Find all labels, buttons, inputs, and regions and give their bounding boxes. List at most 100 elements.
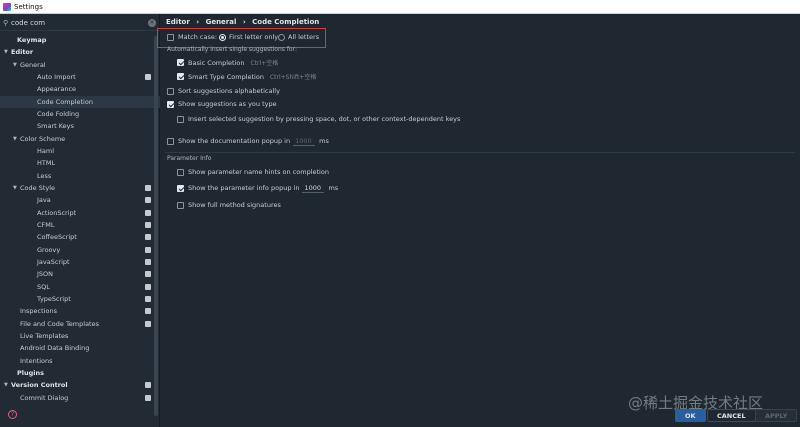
- basic-completion-option[interactable]: Basic Completion Ctrl+空格: [177, 58, 278, 67]
- smart-type-label: Smart Type Completion: [188, 72, 264, 81]
- sidebar-item-less[interactable]: Less: [0, 170, 160, 182]
- first-letter-radio[interactable]: [219, 33, 226, 41]
- sidebar-item-label: Groovy: [37, 245, 61, 254]
- sidebar-item-version-control[interactable]: ▼ Version Control: [0, 379, 160, 391]
- sidebar-item-label: Editor: [11, 48, 34, 57]
- breadcrumb-separator: ›: [242, 18, 246, 26]
- parameter-info-header: Parameter Info: [167, 155, 212, 162]
- sidebar-item-sql[interactable]: SQL: [0, 281, 160, 293]
- sidebar-item-auto-import[interactable]: Auto Import: [0, 71, 160, 83]
- project-scope-icon: [145, 209, 151, 216]
- sidebar-item-smart-keys[interactable]: Smart Keys: [0, 120, 160, 132]
- sidebar-item-label: Code Folding: [37, 110, 80, 119]
- sidebar-item-typescript[interactable]: TypeScript: [0, 293, 160, 305]
- breadcrumb-editor: Editor: [166, 18, 190, 26]
- all-letters-option[interactable]: All letters: [278, 33, 319, 41]
- param-popup-option[interactable]: Show the parameter info popup in 1000 ms: [177, 183, 338, 193]
- full-signatures-label: Show full method signatures: [188, 201, 281, 209]
- basic-completion-checkbox[interactable]: [177, 59, 184, 66]
- breadcrumb: Editor › General › Code Completion: [166, 18, 323, 26]
- sidebar-item-haml[interactable]: Haml: [0, 145, 160, 157]
- sidebar-item-cfml[interactable]: CFML: [0, 219, 160, 231]
- project-scope-icon: [145, 246, 151, 253]
- sidebar-item-label: Auto Import: [37, 73, 76, 82]
- chevron-down-icon[interactable]: ▼: [13, 136, 20, 142]
- sidebar-item-coffeescript[interactable]: CoffeeScript: [0, 231, 160, 243]
- sidebar-item-appearance[interactable]: Appearance: [0, 83, 160, 95]
- sidebar-scrollbar[interactable]: [154, 36, 158, 416]
- sidebar-item-label: File and Code Templates: [20, 319, 99, 328]
- sidebar-item-label: Java: [37, 196, 51, 205]
- app-logo-icon: [3, 2, 11, 11]
- doc-popup-delay-input[interactable]: 1000: [293, 136, 316, 146]
- sidebar-item-label: Intentions: [20, 356, 53, 365]
- cancel-button[interactable]: CANCEL: [707, 409, 756, 422]
- chevron-down-icon[interactable]: ▼: [4, 382, 11, 388]
- divider: [165, 152, 795, 153]
- full-signatures-checkbox[interactable]: [177, 201, 184, 209]
- search-input[interactable]: [11, 19, 141, 27]
- sidebar-item-live-templates[interactable]: Live Templates: [0, 330, 160, 342]
- smart-type-option[interactable]: Smart Type Completion Ctrl+Shift+空格: [177, 72, 316, 81]
- param-popup-checkbox[interactable]: [177, 184, 184, 192]
- match-case-checkbox[interactable]: [167, 33, 174, 41]
- first-letter-option[interactable]: First letter only: [219, 33, 278, 41]
- sidebar-item-keymap[interactable]: Keymap: [0, 34, 160, 46]
- ok-button[interactable]: OK: [675, 409, 706, 422]
- param-hints-checkbox[interactable]: [177, 168, 184, 176]
- sidebar-item-json[interactable]: JSON: [0, 268, 160, 280]
- project-scope-icon: [145, 308, 151, 315]
- chevron-down-icon[interactable]: ▼: [13, 185, 20, 191]
- sidebar-item-file-and-code-templates[interactable]: File and Code Templates: [0, 318, 160, 330]
- sidebar-item-code-style[interactable]: ▼ Code Style: [0, 182, 160, 194]
- match-case-option[interactable]: Match case:: [167, 33, 217, 41]
- param-hints-label: Show parameter name hints on completion: [188, 168, 329, 176]
- insert-selected-checkbox[interactable]: [177, 115, 184, 123]
- clear-search-icon[interactable]: ×: [148, 19, 156, 27]
- sidebar-item-editor[interactable]: ▼ Editor: [0, 46, 160, 58]
- breadcrumb-code-completion: Code Completion: [252, 18, 320, 26]
- show-as-type-option[interactable]: Show suggestions as you type: [167, 100, 277, 108]
- sidebar-item-code-completion[interactable]: Code Completion: [0, 95, 160, 108]
- sidebar-item-html[interactable]: HTML: [0, 157, 160, 169]
- show-as-type-checkbox[interactable]: [167, 100, 174, 108]
- sidebar-item-label: HTML: [37, 159, 56, 168]
- sidebar-item-actionscript[interactable]: ActionScript: [0, 207, 160, 219]
- show-as-type-label: Show suggestions as you type: [178, 100, 277, 108]
- sidebar-item-java[interactable]: Java: [0, 194, 160, 206]
- settings-sidebar: ⚲ × Keymap▼Editor▼GeneralAuto ImportAppe…: [0, 14, 160, 427]
- smart-type-checkbox[interactable]: [177, 73, 184, 80]
- chevron-down-icon[interactable]: ▼: [4, 49, 11, 55]
- full-signatures-option[interactable]: Show full method signatures: [177, 201, 281, 209]
- sidebar-item-code-folding[interactable]: Code Folding: [0, 108, 160, 120]
- sidebar-item-label: General: [20, 60, 46, 69]
- sidebar-item-label: JSON: [37, 270, 54, 279]
- sidebar-item-intentions[interactable]: Intentions: [0, 355, 160, 367]
- window-title: Settings: [14, 2, 43, 11]
- sidebar-item-commit-dialog[interactable]: Commit Dialog: [0, 392, 160, 404]
- help-icon[interactable]: ?: [8, 410, 17, 419]
- project-scope-icon: [145, 394, 151, 401]
- param-hints-option[interactable]: Show parameter name hints on completion: [177, 168, 329, 176]
- doc-popup-option[interactable]: Show the documentation popup in 1000 ms: [167, 136, 329, 146]
- all-letters-radio[interactable]: [278, 33, 285, 41]
- sidebar-item-groovy[interactable]: Groovy: [0, 244, 160, 256]
- sidebar-item-javascript[interactable]: JavaScript: [0, 256, 160, 268]
- sort-alpha-checkbox[interactable]: [167, 87, 174, 95]
- param-popup-label: Show the parameter info popup in: [188, 184, 300, 192]
- sidebar-item-label: CFML: [37, 221, 55, 230]
- sidebar-item-label: CoffeeScript: [37, 233, 77, 242]
- doc-popup-checkbox[interactable]: [167, 137, 174, 145]
- param-popup-delay-input[interactable]: 1000: [302, 183, 325, 193]
- chevron-down-icon[interactable]: ▼: [13, 62, 20, 68]
- sidebar-item-label: Smart Keys: [37, 122, 74, 131]
- sidebar-item-inspections[interactable]: Inspections: [0, 305, 160, 317]
- insert-selected-option[interactable]: Insert selected suggestion by pressing s…: [177, 115, 460, 123]
- sidebar-item-plugins[interactable]: Plugins: [0, 367, 160, 379]
- search-icon: ⚲: [3, 19, 9, 27]
- apply-button[interactable]: APPLY: [755, 409, 798, 422]
- sort-alpha-option[interactable]: Sort suggestions alphabetically: [167, 87, 280, 95]
- sidebar-item-android-data-binding[interactable]: Android Data Binding: [0, 342, 160, 354]
- sidebar-item-color-scheme[interactable]: ▼ Color Scheme: [0, 133, 160, 145]
- sidebar-item-general[interactable]: ▼ General: [0, 59, 160, 71]
